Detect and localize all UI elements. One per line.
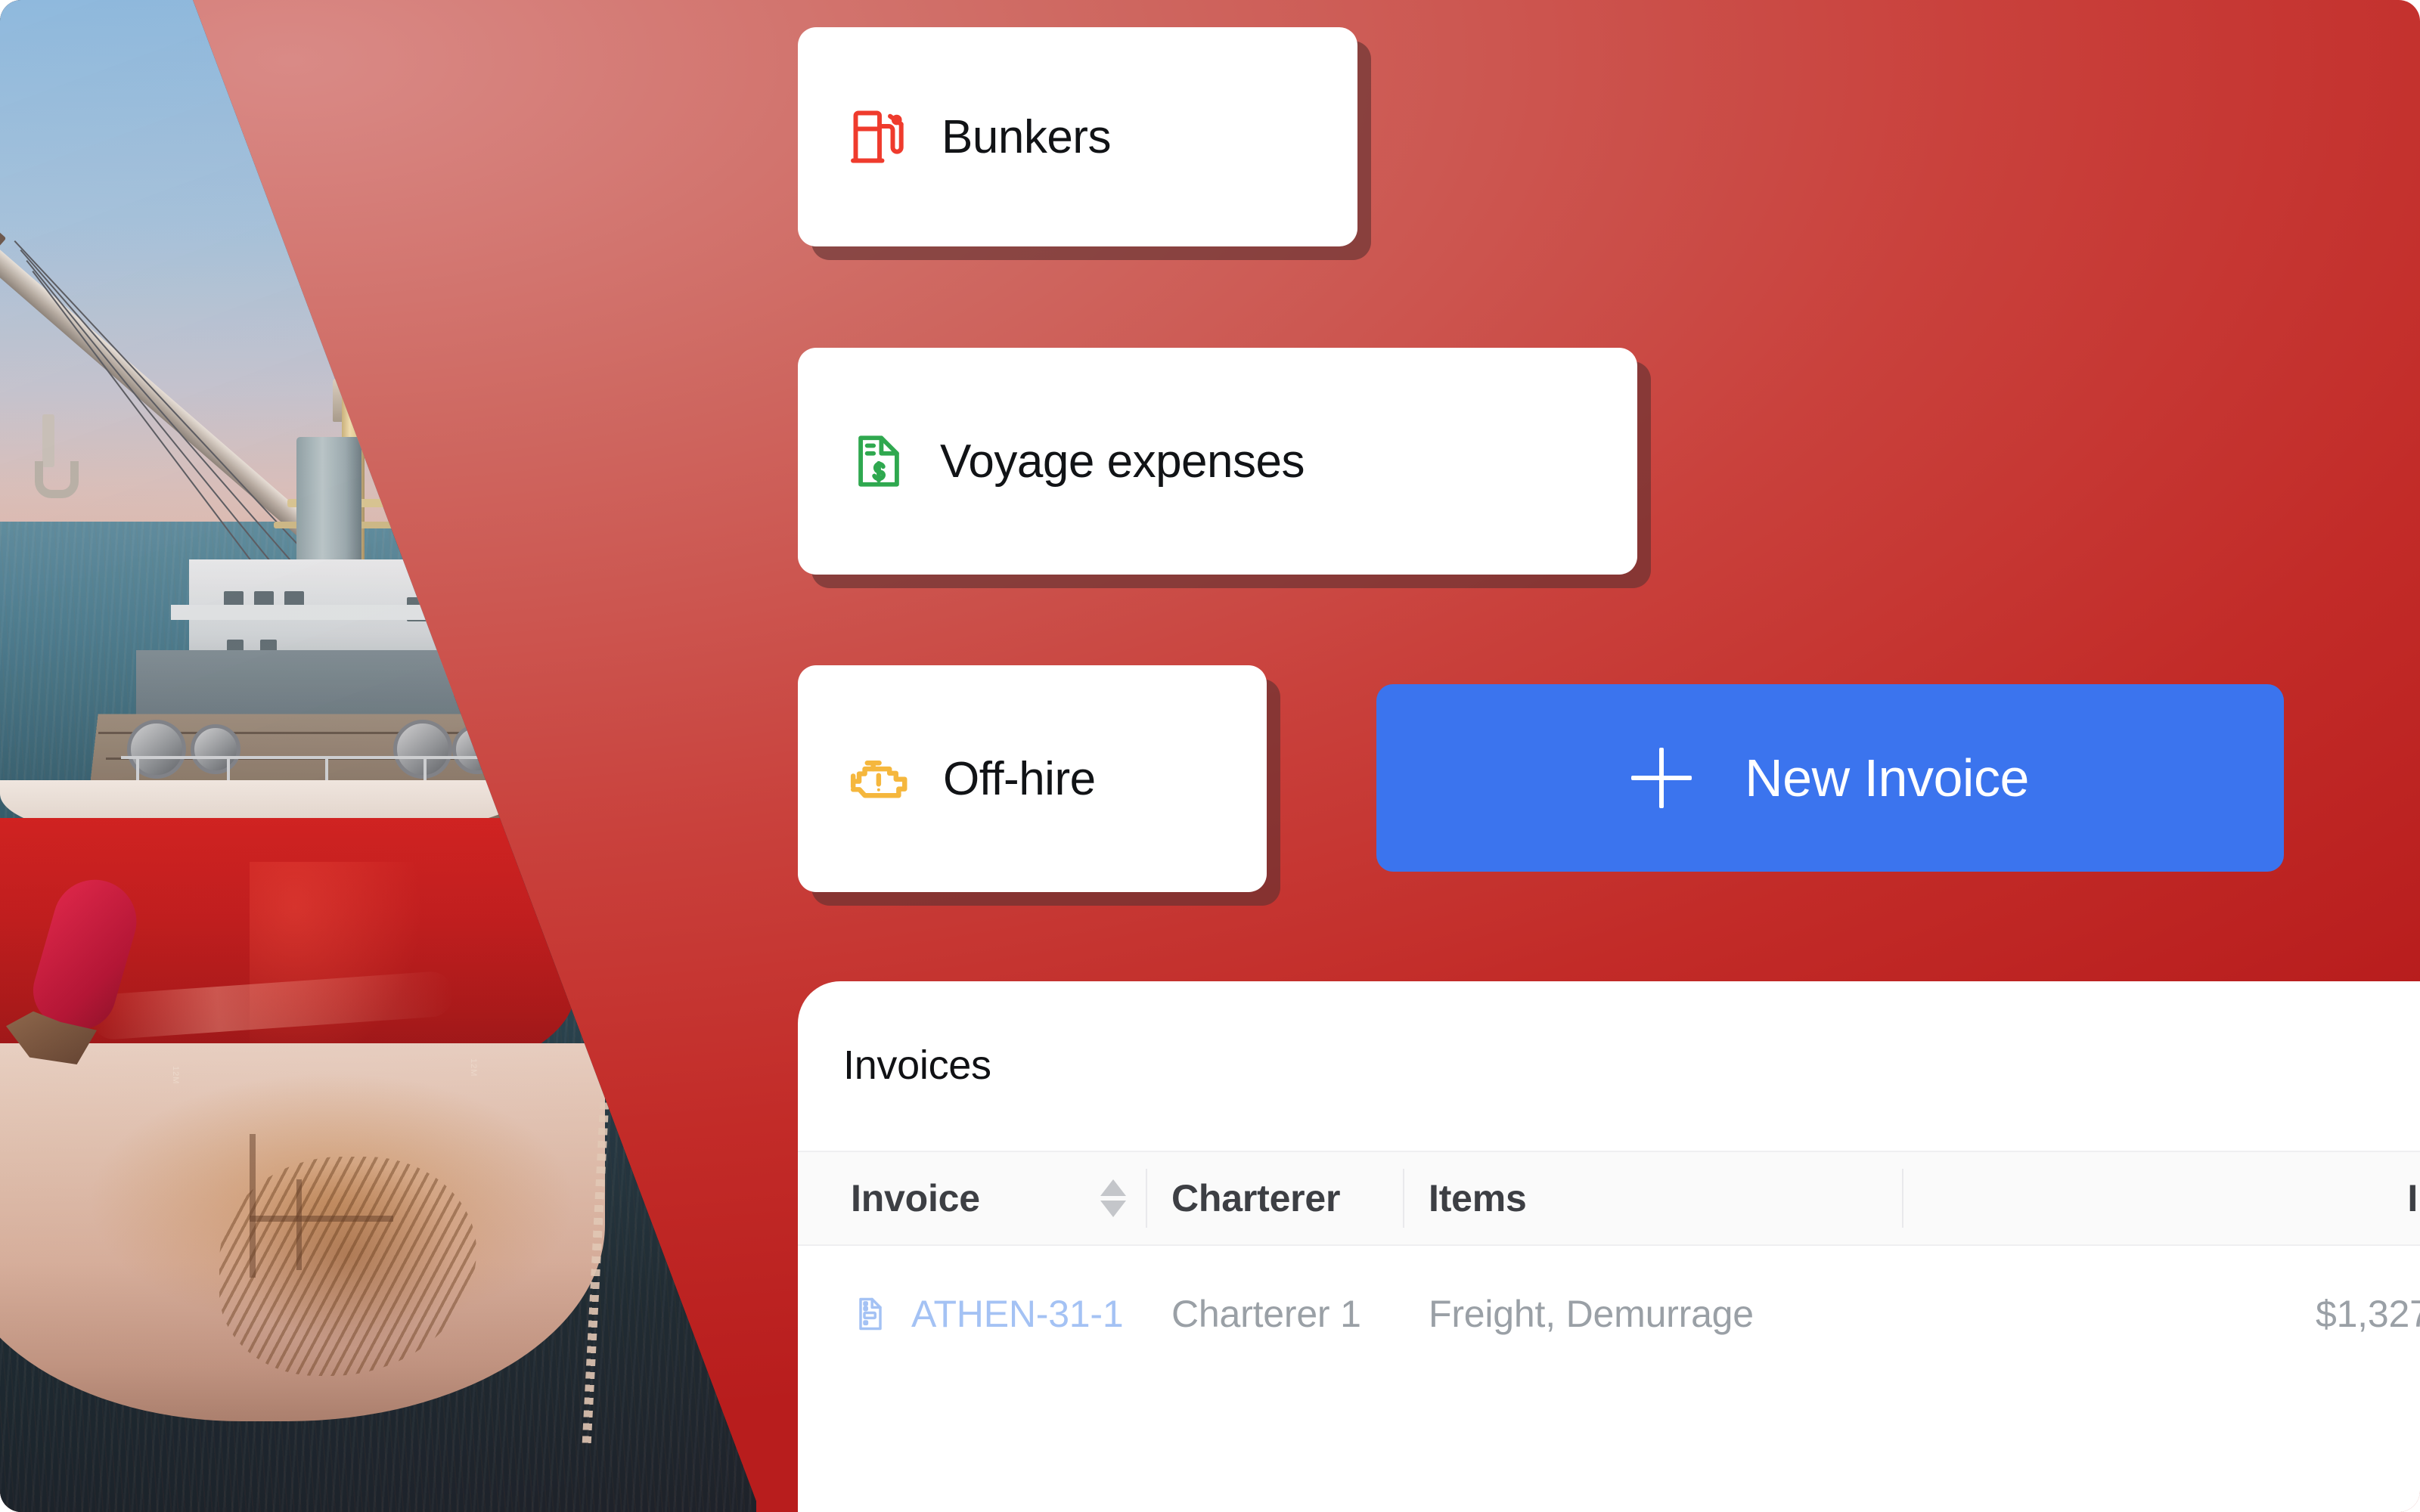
quick-action-card-voyage-expenses[interactable]: Voyage expenses [798,348,1637,575]
card-label-voyage-expenses: Voyage expenses [940,435,1305,488]
table-header-row: Invoice Charterer Items Inv [798,1151,2420,1246]
mooring-winch [191,724,240,774]
hull-weld [250,1134,256,1278]
column-header-items[interactable]: Items [1403,1152,1902,1244]
crane-hook [35,414,79,498]
hull-weld [250,1216,393,1222]
sort-updown-icon[interactable] [1100,1179,1126,1217]
draft-marks: 12M [469,1058,478,1077]
page-title: Invoices [843,1043,991,1088]
cell-items: Freight, Demurrage [1429,1293,1754,1335]
column-header-charterer[interactable]: Charterer [1146,1152,1403,1244]
invoice-number-link[interactable]: ATHEN-31-1 [911,1292,1124,1336]
cell-invoice[interactable]: ATHEN-31-1 [798,1292,1146,1336]
deck-rail-post [424,756,427,782]
engine-warning-icon [848,746,913,811]
new-invoice-label: New Invoice [1745,748,2029,807]
document-icon [851,1294,890,1334]
plus-icon [1631,748,1692,808]
deck-rail-post [227,756,230,782]
card-label-bunkers: Bunkers [942,110,1111,163]
table-row[interactable]: ATHEN-31-1 Charterer 1 Freight, Demurrag… [798,1246,2420,1382]
quick-action-card-off-hire[interactable]: Off-hire [798,665,1267,892]
document-dollar-icon [848,430,910,492]
new-invoice-button[interactable]: New Invoice [1376,684,2284,872]
column-header-invoice[interactable]: Invoice [798,1152,1146,1244]
deck-rail-post [136,756,139,782]
cell-charterer: Charterer 1 [1171,1293,1361,1335]
cell-invoiced-amount: $1,327,9 [2315,1293,2420,1335]
fuel-pump-icon [848,105,911,169]
draft-marks: 12M [171,1066,180,1085]
column-header-invoiced[interactable]: Inv [1902,1152,2420,1244]
column-header-items-label: Items [1429,1177,1527,1219]
column-header-invoiced-label: Inv [2407,1177,2420,1219]
column-header-invoice-label: Invoice [851,1177,980,1219]
app-screenshot: 12M 12M Bunkers Voyage expenses Off-hire… [0,0,2420,1512]
deck-rail-post [325,756,328,782]
invoices-table: Invoice Charterer Items Inv [798,1151,2420,1382]
card-label-off-hire: Off-hire [943,752,1096,805]
hull-weld [296,1179,302,1270]
quick-action-card-bunkers[interactable]: Bunkers [798,27,1357,246]
table-body: ATHEN-31-1 Charterer 1 Freight, Demurrag… [798,1246,2420,1382]
invoices-panel: Invoices Invoice Charterer Items Inv [798,981,2420,1512]
mooring-winch [393,720,452,779]
column-header-charterer-label: Charterer [1171,1177,1341,1219]
